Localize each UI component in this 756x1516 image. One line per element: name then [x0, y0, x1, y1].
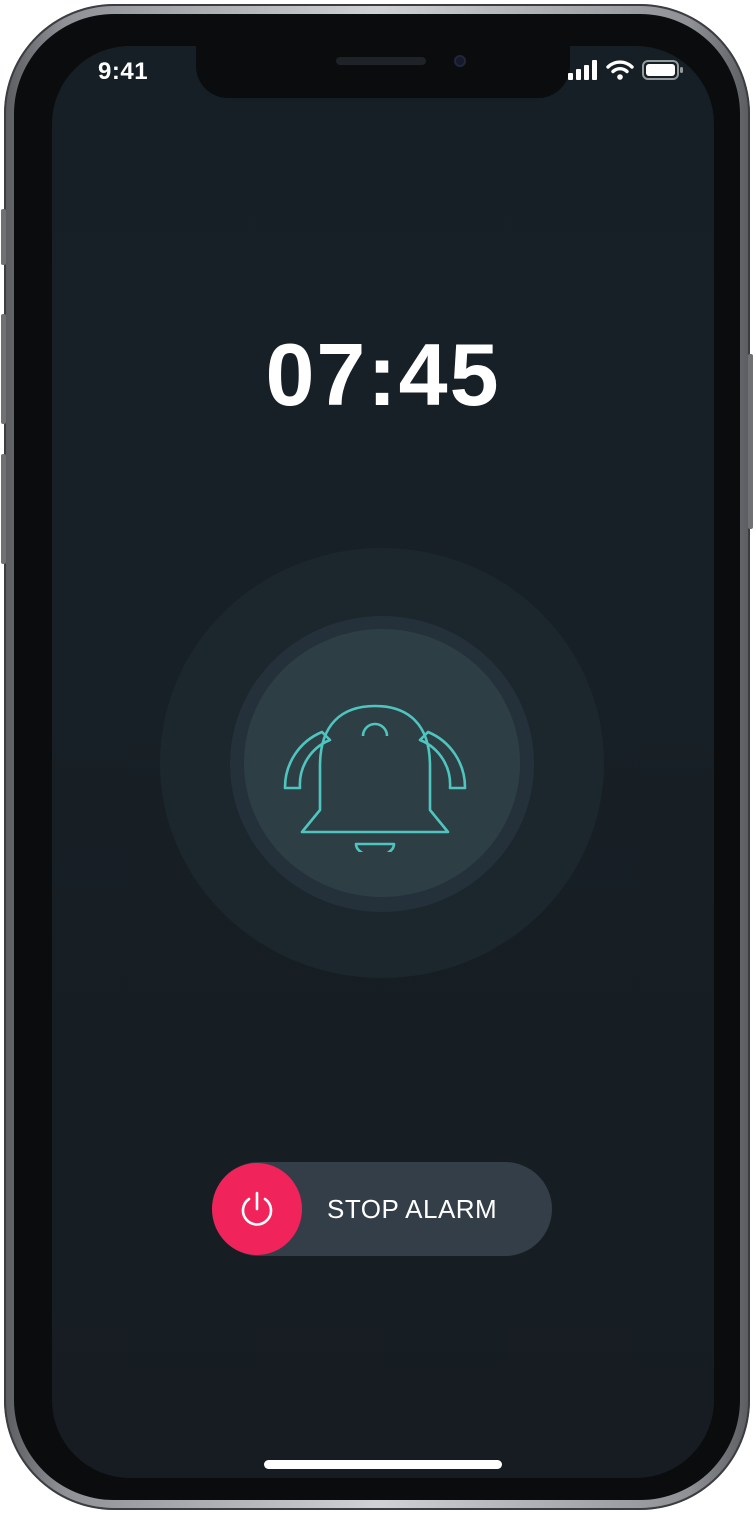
volume-down-button — [1, 454, 6, 564]
home-indicator[interactable] — [264, 1460, 502, 1469]
front-camera — [454, 55, 466, 67]
notch — [196, 46, 570, 98]
cellular-signal-icon — [568, 60, 598, 85]
battery-icon — [642, 60, 684, 85]
stop-alarm-knob[interactable] — [212, 1163, 302, 1255]
power-icon — [241, 1191, 273, 1226]
screen: 9:41 07:45 STOP ALARM — [52, 46, 714, 1478]
stop-alarm-label: STOP ALARM — [327, 1194, 498, 1224]
wifi-icon — [606, 60, 634, 85]
earpiece-speaker — [336, 57, 426, 65]
power-side-button — [748, 354, 753, 529]
silent-switch — [1, 209, 6, 265]
bell-icon — [283, 704, 467, 852]
alarm-time: 07:45 — [265, 325, 501, 424]
status-icons — [568, 60, 684, 85]
status-time: 9:41 — [98, 58, 149, 85]
volume-up-button — [1, 314, 6, 424]
phone-frame: 9:41 07:45 STOP ALARM — [1, 4, 753, 1510]
stop-alarm-slider[interactable]: STOP ALARM — [212, 1162, 552, 1256]
